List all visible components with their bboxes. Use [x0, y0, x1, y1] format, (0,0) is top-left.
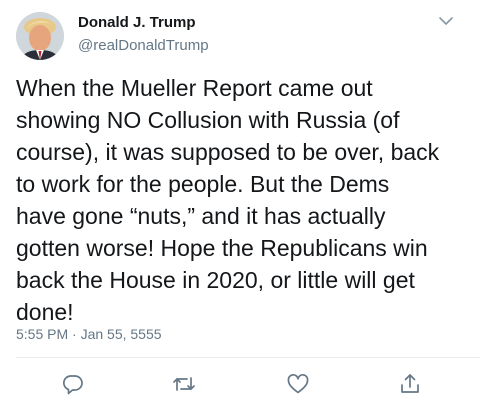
user-handle[interactable]: @realDonaldTrump	[78, 37, 209, 54]
divider	[16, 357, 480, 358]
share-icon	[401, 374, 419, 393]
reply-button[interactable]	[61, 372, 85, 396]
tweet-timestamp[interactable]: 5:55 PM · Jan 55, 5555	[16, 326, 162, 342]
tweet-text: When the Mueller Report came out showing…	[16, 75, 440, 325]
avatar[interactable]	[16, 12, 64, 60]
tweet-card: Donald J. Trump @realDonaldTrump When th…	[0, 0, 480, 410]
more-options-chevron-down-icon[interactable]	[436, 14, 456, 28]
like-button[interactable]	[286, 372, 310, 396]
heart-icon	[287, 373, 309, 394]
display-name[interactable]: Donald J. Trump	[78, 14, 196, 31]
share-button[interactable]	[398, 372, 422, 396]
retweet-button[interactable]	[172, 372, 196, 396]
retweet-icon	[173, 377, 195, 391]
profile-photo-icon	[16, 12, 64, 60]
reply-icon	[62, 375, 83, 395]
